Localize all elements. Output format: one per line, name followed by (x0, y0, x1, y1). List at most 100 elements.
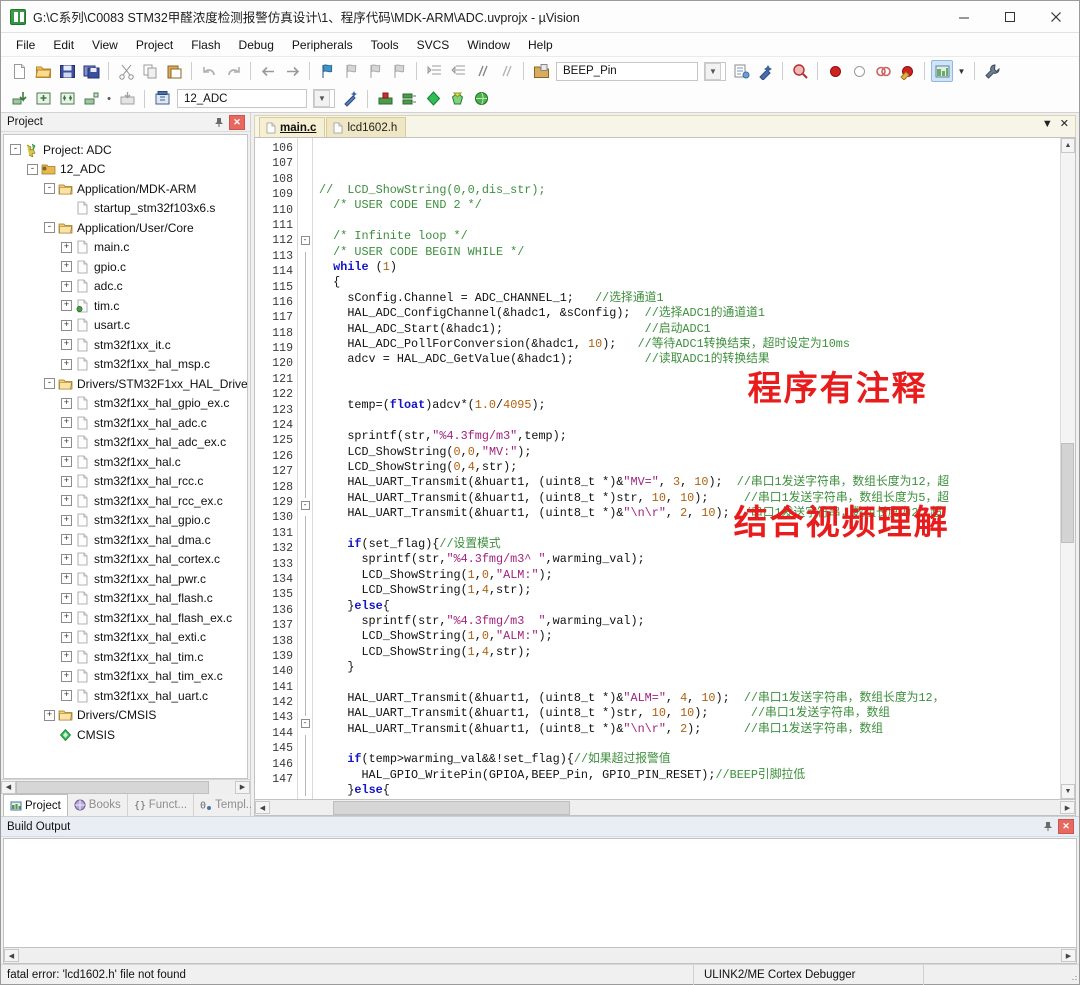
disable-breakpoint-icon[interactable] (872, 60, 894, 82)
expand-toggle-icon[interactable]: + (61, 495, 72, 507)
tree-item[interactable]: + stm32f1xx_hal_dma.c (4, 530, 247, 550)
expand-toggle-icon[interactable]: + (61, 475, 72, 487)
expand-toggle-icon[interactable]: + (61, 300, 72, 312)
scroll-down-icon[interactable]: ▼ (1061, 784, 1075, 799)
vscroll-track[interactable] (1061, 153, 1075, 784)
tree-item[interactable]: + usart.c (4, 316, 247, 336)
scroll-right-icon[interactable]: ▶ (235, 780, 250, 794)
tree-item[interactable]: - Drivers/STM32F1xx_HAL_Driver (4, 374, 247, 394)
target-options-icon[interactable] (151, 88, 173, 110)
indent-icon[interactable] (423, 60, 445, 82)
remove-breakpoint-icon[interactable] (848, 60, 870, 82)
expand-toggle-icon[interactable]: + (44, 709, 55, 721)
tree-item[interactable]: - Project: ADC (4, 140, 247, 160)
expand-toggle-icon[interactable]: + (61, 436, 72, 448)
tree-item[interactable]: + stm32f1xx_hal_msp.c (4, 355, 247, 375)
hscroll-thumb[interactable] (16, 780, 209, 794)
manage-run-time-env-icon[interactable] (422, 88, 444, 110)
code-hscrollbar[interactable]: ◀ ▶ (254, 800, 1076, 816)
uncomment-icon[interactable] (495, 60, 517, 82)
target-combo[interactable]: 12_ADC (177, 89, 307, 108)
window-layout-icon[interactable] (931, 60, 953, 82)
menu-help[interactable]: Help (519, 34, 562, 56)
copy-icon[interactable] (139, 60, 161, 82)
tree-item[interactable]: + stm32f1xx_hal_adc_ex.c (4, 433, 247, 453)
pack-installer-icon[interactable] (446, 88, 468, 110)
tree-item[interactable]: - Application/User/Core (4, 218, 247, 238)
tree-item[interactable]: + stm32f1xx_hal_rcc.c (4, 472, 247, 492)
menu-window[interactable]: Window (458, 34, 519, 56)
tree-item[interactable]: + stm32f1xx_hal_tim.c (4, 647, 247, 667)
tree-item[interactable]: - 12_ADC (4, 160, 247, 180)
kill-all-breakpoints-icon[interactable] (896, 60, 918, 82)
fold-toggle-icon[interactable]: - (298, 500, 312, 516)
editor-tab-main-c[interactable]: main.c (259, 117, 326, 137)
select-software-packs-icon[interactable] (470, 88, 492, 110)
scroll-right-icon[interactable]: ▶ (1060, 801, 1075, 814)
build-output-hscrollbar[interactable]: ◀ ▶ (3, 948, 1077, 964)
collapse-toggle-icon[interactable]: - (27, 163, 38, 175)
expand-toggle-icon[interactable]: + (61, 417, 72, 429)
expand-toggle-icon[interactable]: + (61, 397, 72, 409)
manage-multi-project-icon[interactable] (398, 88, 420, 110)
hscroll-track[interactable] (16, 780, 235, 794)
expand-toggle-icon[interactable]: + (61, 280, 72, 292)
close-button[interactable] (1033, 1, 1079, 33)
scroll-left-icon[interactable]: ◀ (255, 801, 270, 814)
code-hscroll-track[interactable] (270, 800, 1060, 815)
collapse-toggle-icon[interactable]: - (10, 144, 21, 156)
tree-item[interactable]: + adc.c (4, 277, 247, 297)
tree-item[interactable]: + stm32f1xx_it.c (4, 335, 247, 355)
menu-tools[interactable]: Tools (362, 34, 408, 56)
menu-file[interactable]: File (7, 34, 44, 56)
tree-item[interactable]: + main.c (4, 238, 247, 258)
tree-item[interactable]: + Drivers/CMSIS (4, 706, 247, 726)
project-tab-books[interactable]: Books (68, 794, 128, 816)
menu-flash[interactable]: Flash (182, 34, 229, 56)
expand-toggle-icon[interactable]: + (61, 553, 72, 565)
tree-item[interactable]: + stm32f1xx_hal_tim_ex.c (4, 667, 247, 687)
expand-toggle-icon[interactable]: + (61, 514, 72, 526)
expand-toggle-icon[interactable]: + (61, 573, 72, 585)
build-icon[interactable] (32, 88, 54, 110)
insert-breakpoint-icon[interactable] (824, 60, 846, 82)
find-icon[interactable] (789, 60, 811, 82)
expand-toggle-icon[interactable]: + (61, 631, 72, 643)
rebuild-icon[interactable] (56, 88, 78, 110)
scroll-left-icon[interactable]: ◀ (4, 949, 19, 962)
target-combo-arrow-box[interactable]: ▼ (313, 89, 335, 108)
manage-project-items-icon[interactable] (374, 88, 396, 110)
translate-icon[interactable] (8, 88, 30, 110)
tree-item[interactable]: + stm32f1xx_hal.c (4, 452, 247, 472)
navigate-backward-icon[interactable] (257, 60, 279, 82)
stop-build-icon[interactable]: • (104, 88, 114, 110)
menu-svcs[interactable]: SVCS (408, 34, 459, 56)
code-text[interactable]: // LCD_ShowString(0,0,dis_str); /* USER … (313, 138, 1060, 799)
expand-toggle-icon[interactable]: + (61, 241, 72, 253)
next-bookmark-icon[interactable] (364, 60, 386, 82)
expand-toggle-icon[interactable]: + (61, 612, 72, 624)
build-hscroll-track[interactable] (19, 949, 1061, 962)
expand-toggle-icon[interactable]: + (61, 651, 72, 663)
save-all-icon[interactable] (80, 60, 102, 82)
configure-icon[interactable] (981, 60, 1003, 82)
expand-toggle-icon[interactable]: + (61, 670, 72, 682)
tree-item[interactable]: + stm32f1xx_hal_cortex.c (4, 550, 247, 570)
save-icon[interactable] (56, 60, 78, 82)
fold-toggle-icon[interactable]: - (298, 236, 312, 251)
tree-item[interactable]: + tim.c (4, 296, 247, 316)
resize-grip-icon[interactable] (1063, 965, 1079, 985)
expand-toggle-icon[interactable]: + (61, 339, 72, 351)
outdent-icon[interactable] (447, 60, 469, 82)
close-icon[interactable]: ✕ (1058, 819, 1074, 834)
find-in-files-icon[interactable] (754, 60, 776, 82)
expand-toggle-icon[interactable]: + (61, 690, 72, 702)
expand-toggle-icon[interactable]: + (61, 534, 72, 546)
expand-toggle-icon[interactable]: + (61, 456, 72, 468)
tree-item[interactable]: + stm32f1xx_hal_uart.c (4, 686, 247, 706)
tree-item[interactable]: - Application/MDK-ARM (4, 179, 247, 199)
code-editor[interactable]: 106 107 108 109 110 111 112 113 114 115 116 117 118 1… (254, 137, 1076, 800)
menu-project[interactable]: Project (127, 34, 182, 56)
download-icon[interactable] (116, 88, 138, 110)
expand-toggle-icon[interactable]: + (61, 319, 72, 331)
